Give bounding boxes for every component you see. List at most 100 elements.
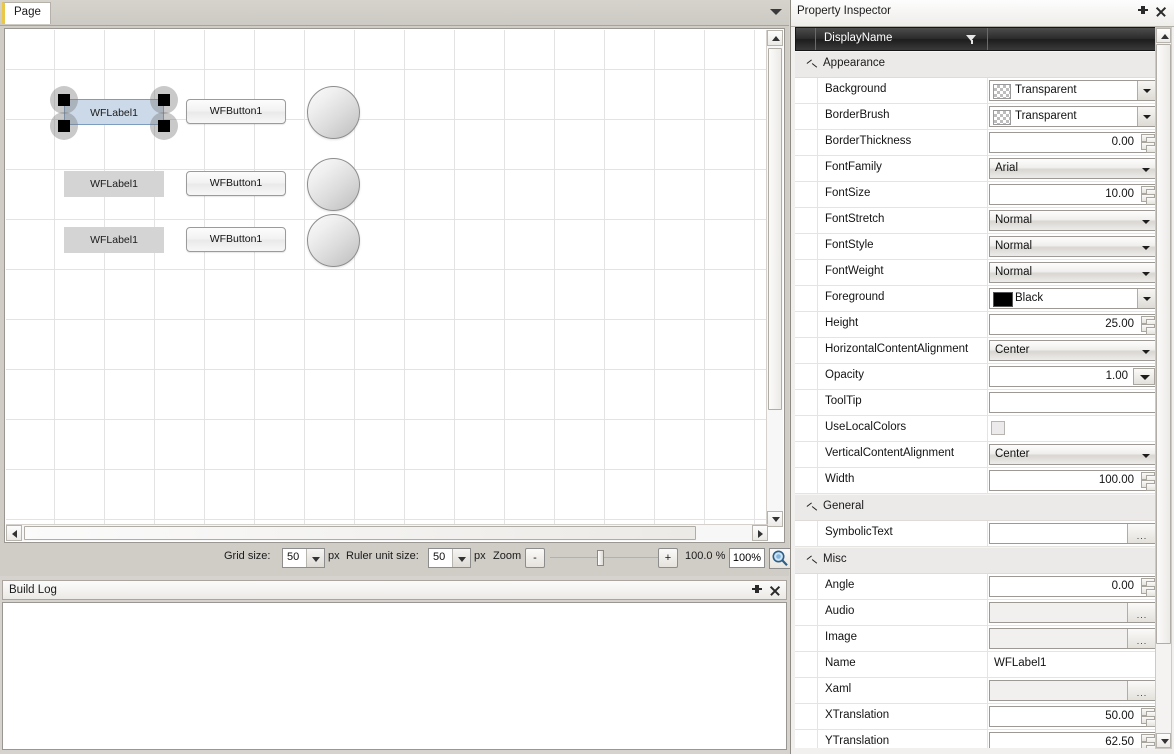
pin-icon[interactable] xyxy=(750,584,764,598)
property-row[interactable]: Audio... xyxy=(795,600,1170,626)
property-value-select[interactable]: Normal xyxy=(989,210,1157,231)
resize-handle-bl[interactable] xyxy=(50,112,78,140)
resize-handle-tl[interactable] xyxy=(50,86,78,114)
design-canvas[interactable]: WFLabel1 WFButton1 WFLabel1 WFButton1 WF… xyxy=(6,30,768,527)
grid-size-select[interactable]: 50 xyxy=(282,548,325,568)
ellipsis-button[interactable]: ... xyxy=(1127,524,1156,543)
property-row[interactable]: FontStyleNormal xyxy=(795,234,1170,260)
property-row[interactable]: VerticalContentAlignmentCenter xyxy=(795,442,1170,468)
ellipsis-button[interactable]: ... xyxy=(1127,681,1156,700)
pi-scroll-down-button[interactable] xyxy=(1156,733,1171,748)
header-displayname-cell[interactable]: DisplayName xyxy=(816,28,988,50)
tab-page[interactable]: Page xyxy=(2,2,51,24)
property-row[interactable]: XTranslation50.00 xyxy=(795,704,1170,730)
chevron-down-icon[interactable] xyxy=(1133,368,1155,385)
magnifier-icon[interactable] xyxy=(769,548,791,569)
spinner-buttons[interactable] xyxy=(1141,316,1155,333)
chevron-down-icon[interactable] xyxy=(1137,81,1156,100)
property-row[interactable]: ForegroundBlack xyxy=(795,286,1170,312)
zoom-slider[interactable] xyxy=(550,548,658,568)
canvas-button-2[interactable]: WFButton1 xyxy=(186,171,286,196)
property-value-spinner[interactable]: 10.00 xyxy=(989,184,1157,205)
property-value-select[interactable]: Center xyxy=(989,340,1157,361)
ruler-unit-select[interactable]: 50 xyxy=(428,548,471,568)
filter-funnel-icon[interactable] xyxy=(966,35,977,45)
property-value-ellipsis[interactable]: ... xyxy=(989,680,1157,701)
property-value-spinner[interactable]: 100.00 xyxy=(989,470,1157,491)
property-value-spinner[interactable]: 50.00 xyxy=(989,706,1157,727)
chevron-down-icon[interactable] xyxy=(770,7,782,17)
canvas-label-2[interactable]: WFLabel1 xyxy=(64,171,164,197)
spinner-buttons[interactable] xyxy=(1141,472,1155,489)
zoom-out-button[interactable]: - xyxy=(525,548,545,568)
pi-scroll-thumb[interactable] xyxy=(1156,44,1171,644)
property-grid-list[interactable]: AppearanceBackgroundTransparentBorderBru… xyxy=(795,51,1170,748)
property-value-spinner[interactable]: 0.00 xyxy=(989,132,1157,153)
property-value-select[interactable]: Normal xyxy=(989,262,1157,283)
property-row[interactable]: Angle0.00 xyxy=(795,574,1170,600)
property-value-spinner[interactable]: 0.00 xyxy=(989,576,1157,597)
property-value-color[interactable]: Black xyxy=(989,288,1157,309)
property-value-select[interactable]: Center xyxy=(989,444,1157,465)
vertical-scroll-thumb[interactable] xyxy=(768,48,782,410)
property-value-brush[interactable]: Transparent xyxy=(989,106,1157,127)
scroll-up-button[interactable] xyxy=(767,30,783,46)
ellipsis-button[interactable]: ... xyxy=(1127,603,1156,622)
canvas-button-3[interactable]: WFButton1 xyxy=(186,227,286,252)
resize-handle-tr[interactable] xyxy=(150,86,178,114)
chevron-up-icon[interactable] xyxy=(807,506,815,511)
property-group-general[interactable]: General xyxy=(795,494,1170,521)
property-value-ellipsis[interactable]: ... xyxy=(989,628,1157,649)
property-row[interactable]: FontSize10.00 xyxy=(795,182,1170,208)
property-value-select[interactable]: Normal xyxy=(989,236,1157,257)
property-row[interactable]: Width100.00 xyxy=(795,468,1170,494)
horizontal-scroll-thumb[interactable] xyxy=(24,526,696,540)
property-value-spinner[interactable]: 62.50 xyxy=(989,732,1157,748)
spinner-buttons[interactable] xyxy=(1141,578,1155,595)
canvas-horizontal-scrollbar[interactable] xyxy=(6,524,768,541)
zoom-value-input[interactable]: 100% xyxy=(729,548,765,568)
canvas-vertical-scrollbar[interactable] xyxy=(766,30,783,527)
property-row[interactable]: SymbolicText... xyxy=(795,521,1170,547)
chevron-up-icon[interactable] xyxy=(807,559,815,564)
property-value-brush[interactable]: Transparent xyxy=(989,80,1157,101)
property-row[interactable]: BackgroundTransparent xyxy=(795,78,1170,104)
property-value-text[interactable]: WFLabel1 xyxy=(989,654,1157,675)
property-value-ellipsis[interactable]: ... xyxy=(989,602,1157,623)
close-icon[interactable] xyxy=(768,584,782,598)
property-row[interactable]: UseLocalColors xyxy=(795,416,1170,442)
spinner-buttons[interactable] xyxy=(1141,134,1155,151)
property-value-ellipsis[interactable]: ... xyxy=(989,523,1157,544)
property-value-opacity[interactable]: 1.00 xyxy=(989,366,1157,387)
zoom-in-button[interactable]: + xyxy=(658,548,678,568)
canvas-circle-3[interactable] xyxy=(307,214,360,267)
property-row[interactable]: Height25.00 xyxy=(795,312,1170,338)
property-row[interactable]: BorderBrushTransparent xyxy=(795,104,1170,130)
property-value-input[interactable] xyxy=(989,392,1157,413)
property-row[interactable]: Opacity1.00 xyxy=(795,364,1170,390)
canvas-label-3[interactable]: WFLabel1 xyxy=(64,227,164,253)
chevron-up-icon[interactable] xyxy=(807,63,815,68)
property-row[interactable]: FontWeightNormal xyxy=(795,260,1170,286)
property-row[interactable]: YTranslation62.50 xyxy=(795,730,1170,748)
property-row[interactable]: BorderThickness0.00 xyxy=(795,130,1170,156)
pi-scroll-up-button[interactable] xyxy=(1156,28,1171,43)
chevron-down-icon[interactable] xyxy=(1137,107,1156,126)
canvas-circle-2[interactable] xyxy=(307,158,360,211)
property-row[interactable]: FontFamilyArial xyxy=(795,156,1170,182)
canvas-circle-1[interactable] xyxy=(307,86,360,139)
canvas-label-1[interactable]: WFLabel1 xyxy=(64,99,164,125)
property-value-select[interactable]: Arial xyxy=(989,158,1157,179)
property-group-misc[interactable]: Misc xyxy=(795,547,1170,574)
pin-icon[interactable] xyxy=(1136,5,1150,19)
property-value-spinner[interactable]: 25.00 xyxy=(989,314,1157,335)
build-log-content[interactable] xyxy=(2,602,787,750)
property-row[interactable]: ToolTip xyxy=(795,390,1170,416)
property-value-checkbox[interactable] xyxy=(991,421,1005,435)
scroll-down-button[interactable] xyxy=(767,511,783,527)
property-group-appearance[interactable]: Appearance xyxy=(795,51,1170,78)
spinner-buttons[interactable] xyxy=(1141,734,1155,748)
property-row[interactable]: FontStretchNormal xyxy=(795,208,1170,234)
chevron-down-icon[interactable] xyxy=(1137,289,1156,308)
zoom-slider-thumb[interactable] xyxy=(597,550,604,566)
